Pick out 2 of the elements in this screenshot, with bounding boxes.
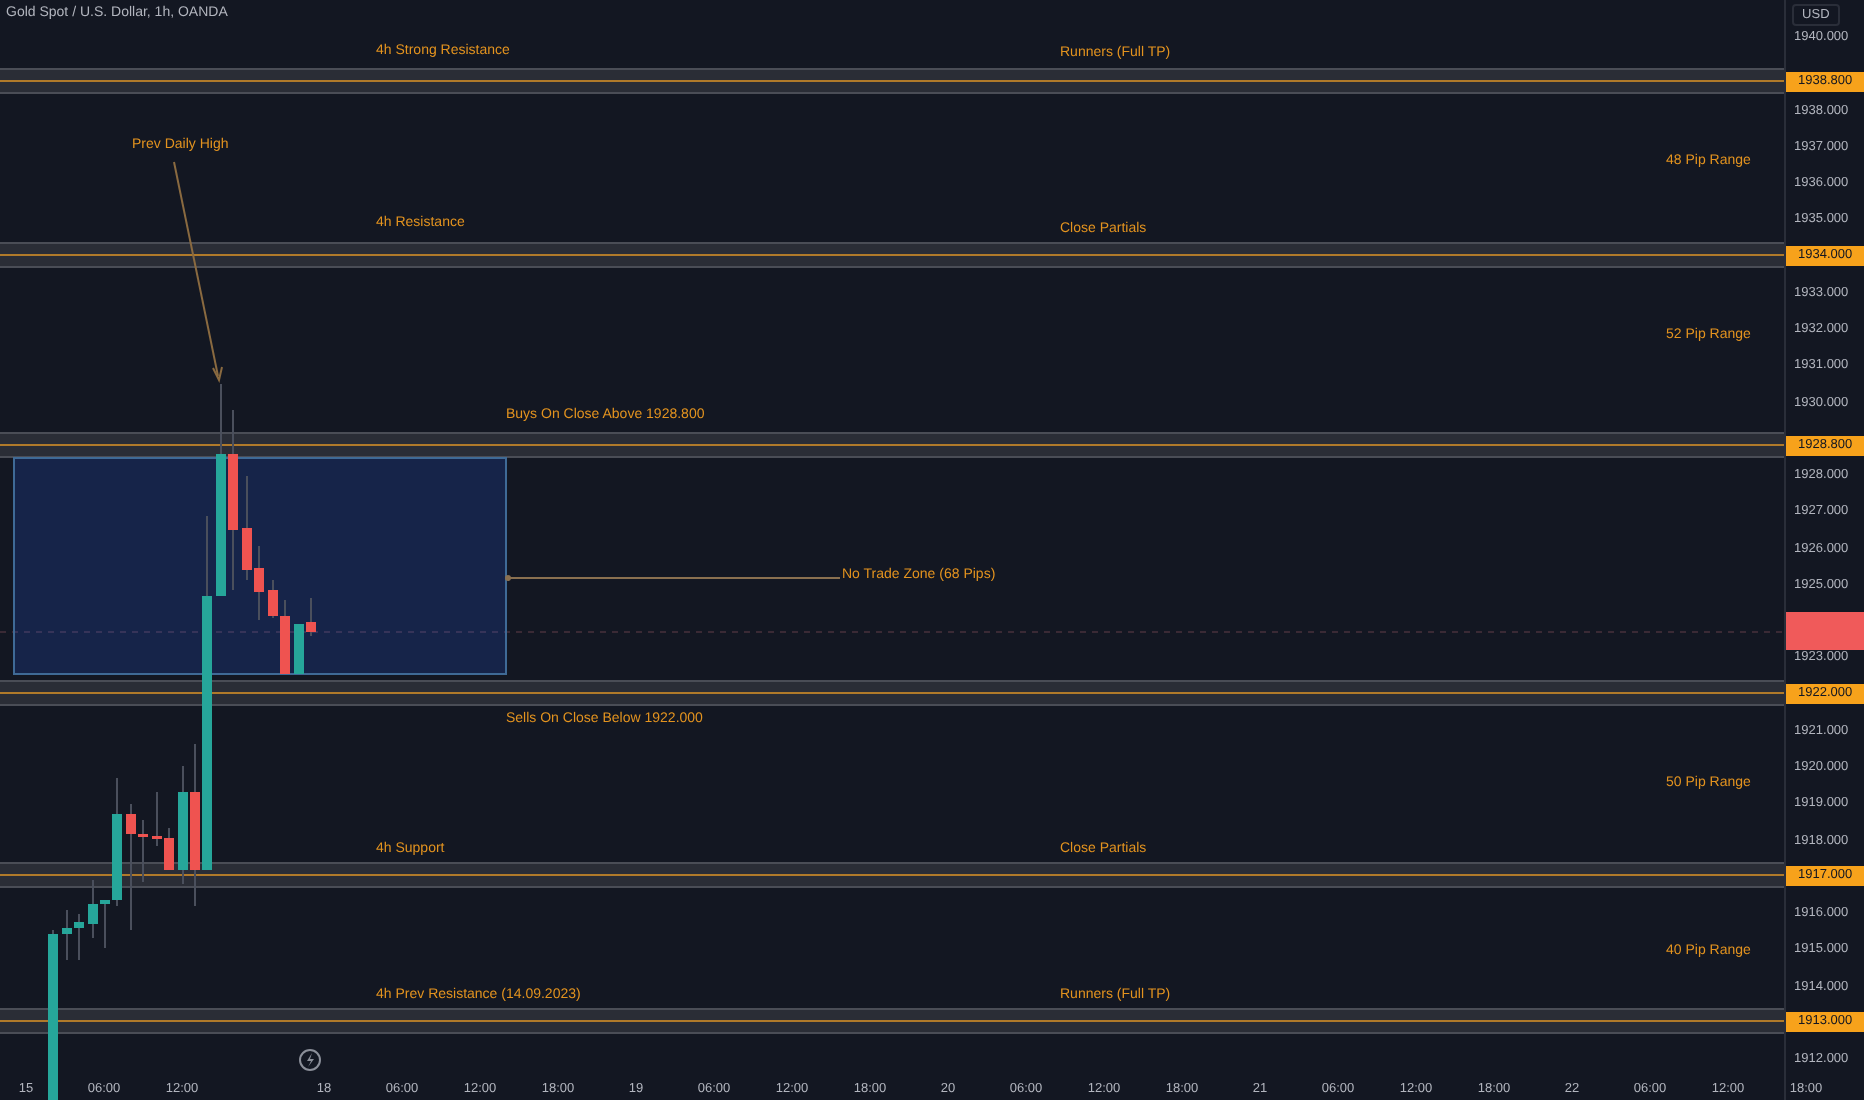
lightning-icon[interactable]: [299, 1049, 321, 1071]
current-price-marker: [1786, 612, 1864, 650]
